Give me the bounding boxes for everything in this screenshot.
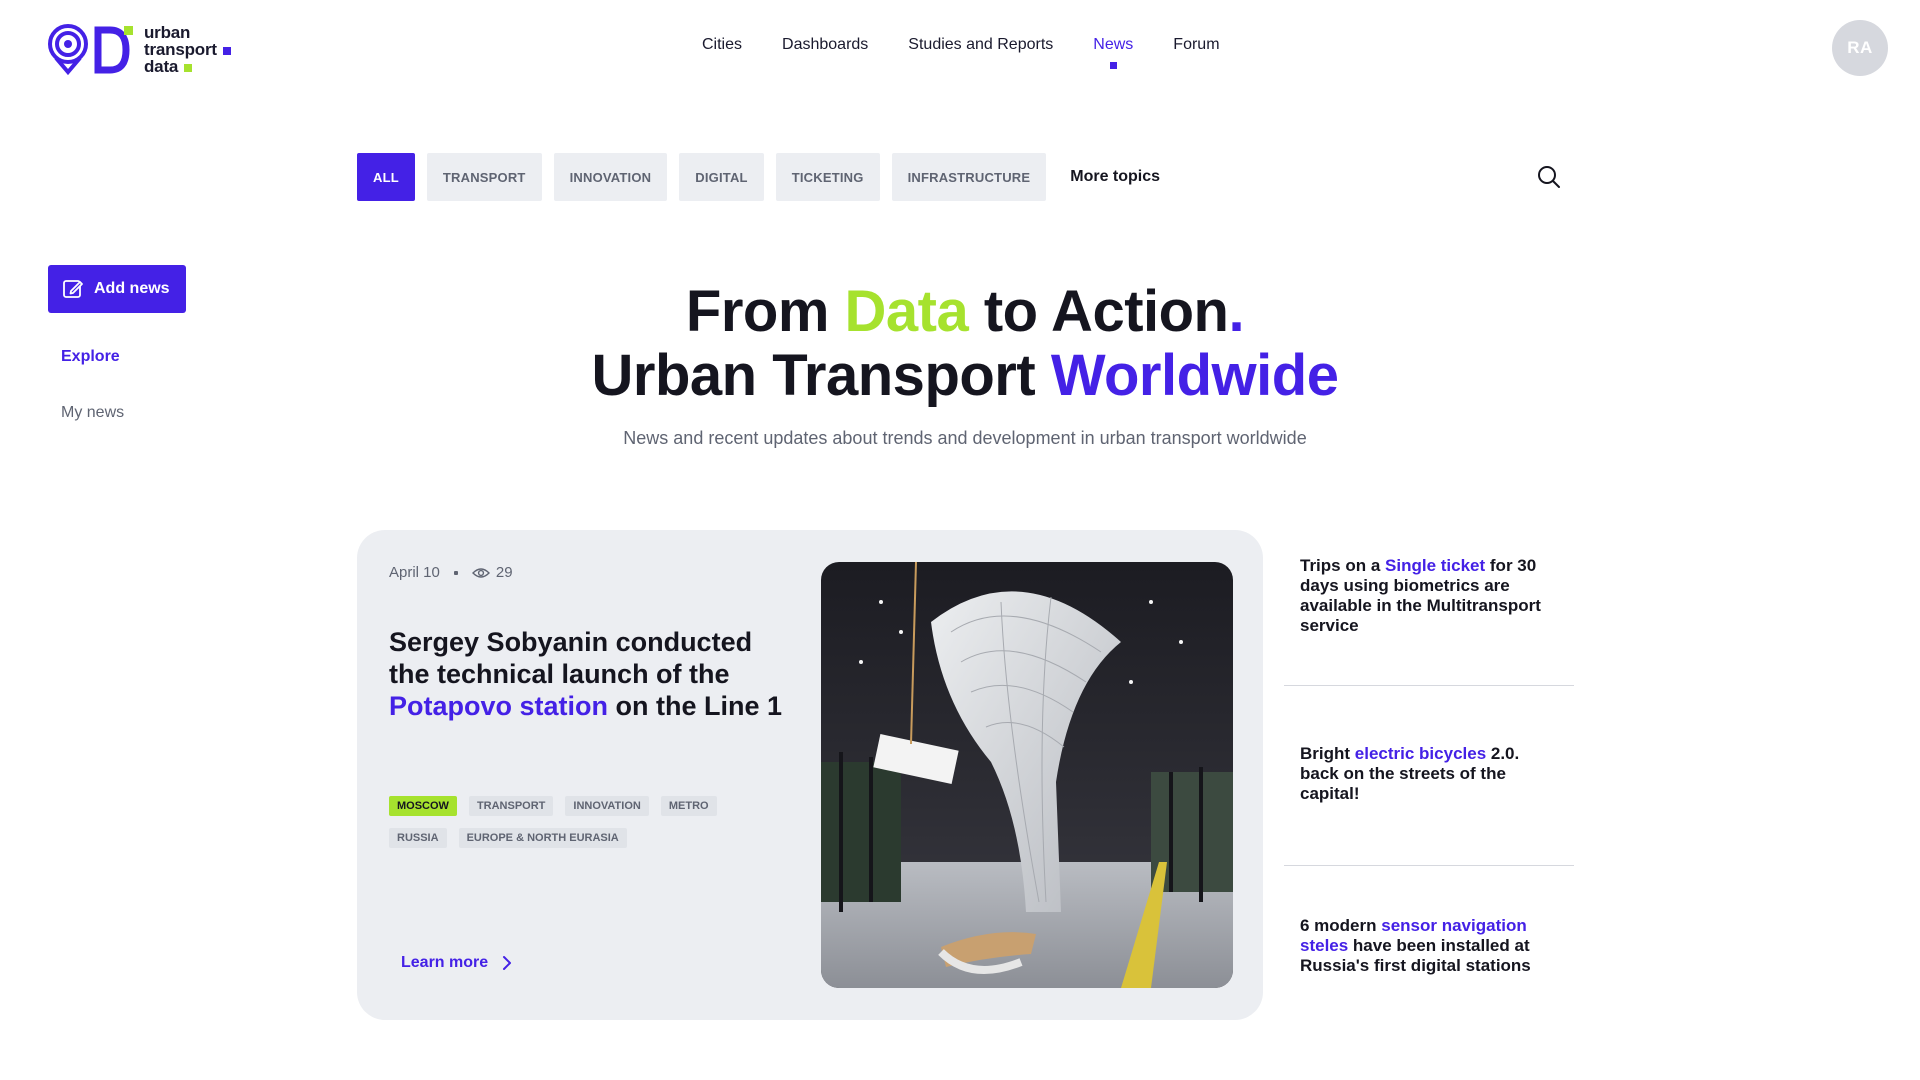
- featured-news-title[interactable]: Sergey Sobyanin conducted the technical …: [389, 626, 789, 722]
- side-news-highlight: Single ticket: [1385, 556, 1486, 575]
- search-icon: [1538, 166, 1560, 188]
- side-news-item[interactable]: 6 modern sensor navigation steles have b…: [1284, 866, 1574, 1026]
- more-topics-button[interactable]: More topics: [1070, 168, 1160, 186]
- nav-cities-label: Cities: [702, 36, 743, 53]
- side-news-title: Bright electric bicycles 2.0. back on th…: [1300, 744, 1558, 804]
- learn-more-link[interactable]: Learn more: [401, 954, 512, 972]
- title-text: Sergey Sobyanin conducted the technical …: [389, 627, 753, 689]
- nav-forum[interactable]: Forum: [1173, 36, 1219, 54]
- topic-ticketing[interactable]: TICKETING: [775, 153, 880, 201]
- edit-icon: [63, 280, 83, 298]
- side-news-item[interactable]: Trips on a Single ticket for 30 days usi…: [1284, 540, 1574, 686]
- chevron-right-icon: [503, 956, 512, 970]
- news-views: 29: [495, 564, 513, 581]
- title-highlight: Potapovo station: [389, 691, 609, 721]
- hero-subtitle: News and recent updates about trends and…: [623, 428, 1307, 448]
- nav-news[interactable]: News: [1093, 36, 1134, 69]
- side-news-title: Trips on a Single ticket for 30 days usi…: [1300, 556, 1558, 636]
- active-indicator: [1110, 62, 1118, 69]
- hero-title-line-1: From Data to Action.: [360, 280, 1570, 344]
- side-news-item[interactable]: Bright electric bicycles 2.0. back on th…: [1284, 686, 1574, 866]
- tag-innovation[interactable]: INNOVATION: [565, 796, 649, 816]
- hero-text: From: [685, 279, 845, 344]
- nav-cities[interactable]: Cities: [702, 36, 742, 54]
- logo-mark: urban transport data: [48, 24, 231, 76]
- add-news-button[interactable]: Add news: [48, 265, 186, 313]
- logo-pin-icon: [48, 24, 133, 76]
- news-meta: April 10 29: [389, 564, 513, 581]
- header: urban transport data Cities Dashboards S…: [0, 0, 1920, 100]
- logo-square-blue: [222, 46, 231, 55]
- nav-dashboards-label: Dashboards: [782, 36, 869, 53]
- title-text: on the Line 1: [608, 691, 783, 721]
- nav-forum-label: Forum: [1173, 36, 1220, 53]
- avatar-initials: RA: [1847, 38, 1873, 57]
- topic-transport[interactable]: TRANSPORT: [426, 153, 542, 201]
- hero-highlight-worldwide: Worldwide: [1050, 343, 1339, 408]
- learn-more-label: Learn more: [401, 954, 489, 971]
- topic-infrastructure[interactable]: INFRASTRUCTURE: [891, 153, 1047, 201]
- tag-russia[interactable]: RUSSIA: [389, 828, 447, 848]
- topic-all[interactable]: ALL: [357, 153, 415, 201]
- news-date: April 10: [389, 564, 440, 581]
- topic-digital[interactable]: DIGITAL: [679, 153, 764, 201]
- hero-title-line-2: Urban Transport Worldwide: [360, 344, 1570, 408]
- hero-highlight-data: Data: [844, 279, 969, 344]
- hero-period: .: [1228, 279, 1245, 344]
- logo[interactable]: urban transport data: [48, 24, 231, 76]
- featured-news-card[interactable]: April 10 29 Sergey Sobyanin conducted th…: [357, 530, 1263, 1020]
- metro-station-photo: [821, 562, 1233, 988]
- tag-europe-north-eurasia[interactable]: EUROPE & NORTH EURASIA: [458, 828, 627, 848]
- logo-text: urban transport data: [144, 24, 231, 75]
- news-tags: MOSCOW TRANSPORT INNOVATION METRO RUSSIA…: [389, 796, 789, 860]
- topic-innovation[interactable]: INNOVATION: [553, 153, 668, 201]
- tag-metro[interactable]: METRO: [660, 796, 717, 816]
- hero-text: to Action: [968, 279, 1229, 344]
- sidebar-my-news[interactable]: My news: [61, 404, 124, 422]
- logo-line-1: urban: [144, 23, 191, 42]
- nav-studies-label: Studies and Reports: [908, 36, 1054, 53]
- sidebar-explore[interactable]: Explore: [61, 348, 120, 366]
- hero-text: Urban Transport: [591, 343, 1051, 408]
- user-avatar[interactable]: RA: [1832, 20, 1888, 76]
- side-news-title: 6 modern sensor navigation steles have b…: [1300, 916, 1558, 976]
- meta-separator: [453, 570, 458, 575]
- logo-square-green: [184, 63, 193, 72]
- side-news-text: Bright: [1300, 744, 1355, 763]
- nav-dashboards[interactable]: Dashboards: [782, 36, 868, 54]
- main-nav: Cities Dashboards Studies and Reports Ne…: [702, 36, 1260, 69]
- side-news-text: 6 modern: [1300, 916, 1382, 935]
- hero: From Data to Action. Urban Transport Wor…: [360, 280, 1570, 449]
- featured-news-image[interactable]: [821, 562, 1233, 988]
- logo-line-3: data: [144, 57, 179, 76]
- nav-news-label: News: [1093, 36, 1134, 53]
- add-news-label: Add news: [94, 280, 170, 297]
- eye-icon: [471, 567, 490, 578]
- tag-transport[interactable]: TRANSPORT: [468, 796, 554, 816]
- topic-filter-bar: ALL TRANSPORT INNOVATION DIGITAL TICKETI…: [357, 153, 1160, 201]
- side-news-highlight: electric bicycles: [1354, 744, 1487, 763]
- nav-studies-and-reports[interactable]: Studies and Reports: [908, 36, 1053, 54]
- tag-moscow[interactable]: MOSCOW: [389, 796, 457, 816]
- side-news-text: Trips on a: [1300, 556, 1386, 575]
- search-button[interactable]: [1536, 164, 1562, 190]
